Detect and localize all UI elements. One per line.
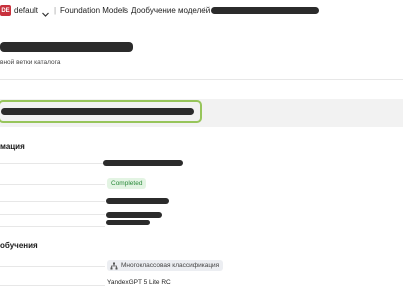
breadcrumb-folder[interactable]: default	[14, 5, 38, 16]
info-value-redacted	[103, 160, 183, 166]
row-divider	[0, 226, 105, 227]
breadcrumb-separator: |	[54, 6, 57, 15]
row-divider	[0, 285, 105, 286]
task-type-label: Многоклассовая классификация	[121, 262, 220, 269]
info-value-redacted	[106, 198, 169, 204]
base-model-value: YandexGPT 5 Lite RC	[107, 279, 171, 286]
selected-field-value-redacted	[1, 108, 194, 115]
chevron-down-icon[interactable]	[41, 6, 50, 17]
row-divider	[0, 184, 105, 185]
network-icon	[110, 262, 118, 270]
page-subtitle: вной ветки каталога	[0, 59, 61, 66]
breadcrumb-separator: /	[123, 6, 126, 15]
page-title-redacted	[0, 42, 133, 52]
divider	[0, 79, 403, 80]
info-value-redacted	[106, 212, 162, 218]
breadcrumb-section[interactable]: Foundation Models	[60, 5, 128, 16]
breadcrumb-separator: /	[203, 6, 206, 15]
row-divider	[0, 163, 105, 164]
breadcrumb-page[interactable]: Дообучение моделей	[131, 5, 210, 16]
breadcrumb-current-redacted	[211, 7, 319, 14]
info-value-redacted	[106, 220, 150, 225]
row-divider	[0, 214, 105, 215]
folder-badge: DE	[0, 5, 11, 16]
section-title-info: мация	[0, 142, 25, 151]
section-title-training: обучения	[0, 241, 38, 250]
row-divider	[0, 201, 105, 202]
status-badge: Completed	[107, 178, 147, 189]
task-type-badge: Многоклассовая классификация	[107, 260, 224, 271]
row-divider	[0, 266, 105, 267]
selected-field[interactable]	[0, 100, 202, 123]
